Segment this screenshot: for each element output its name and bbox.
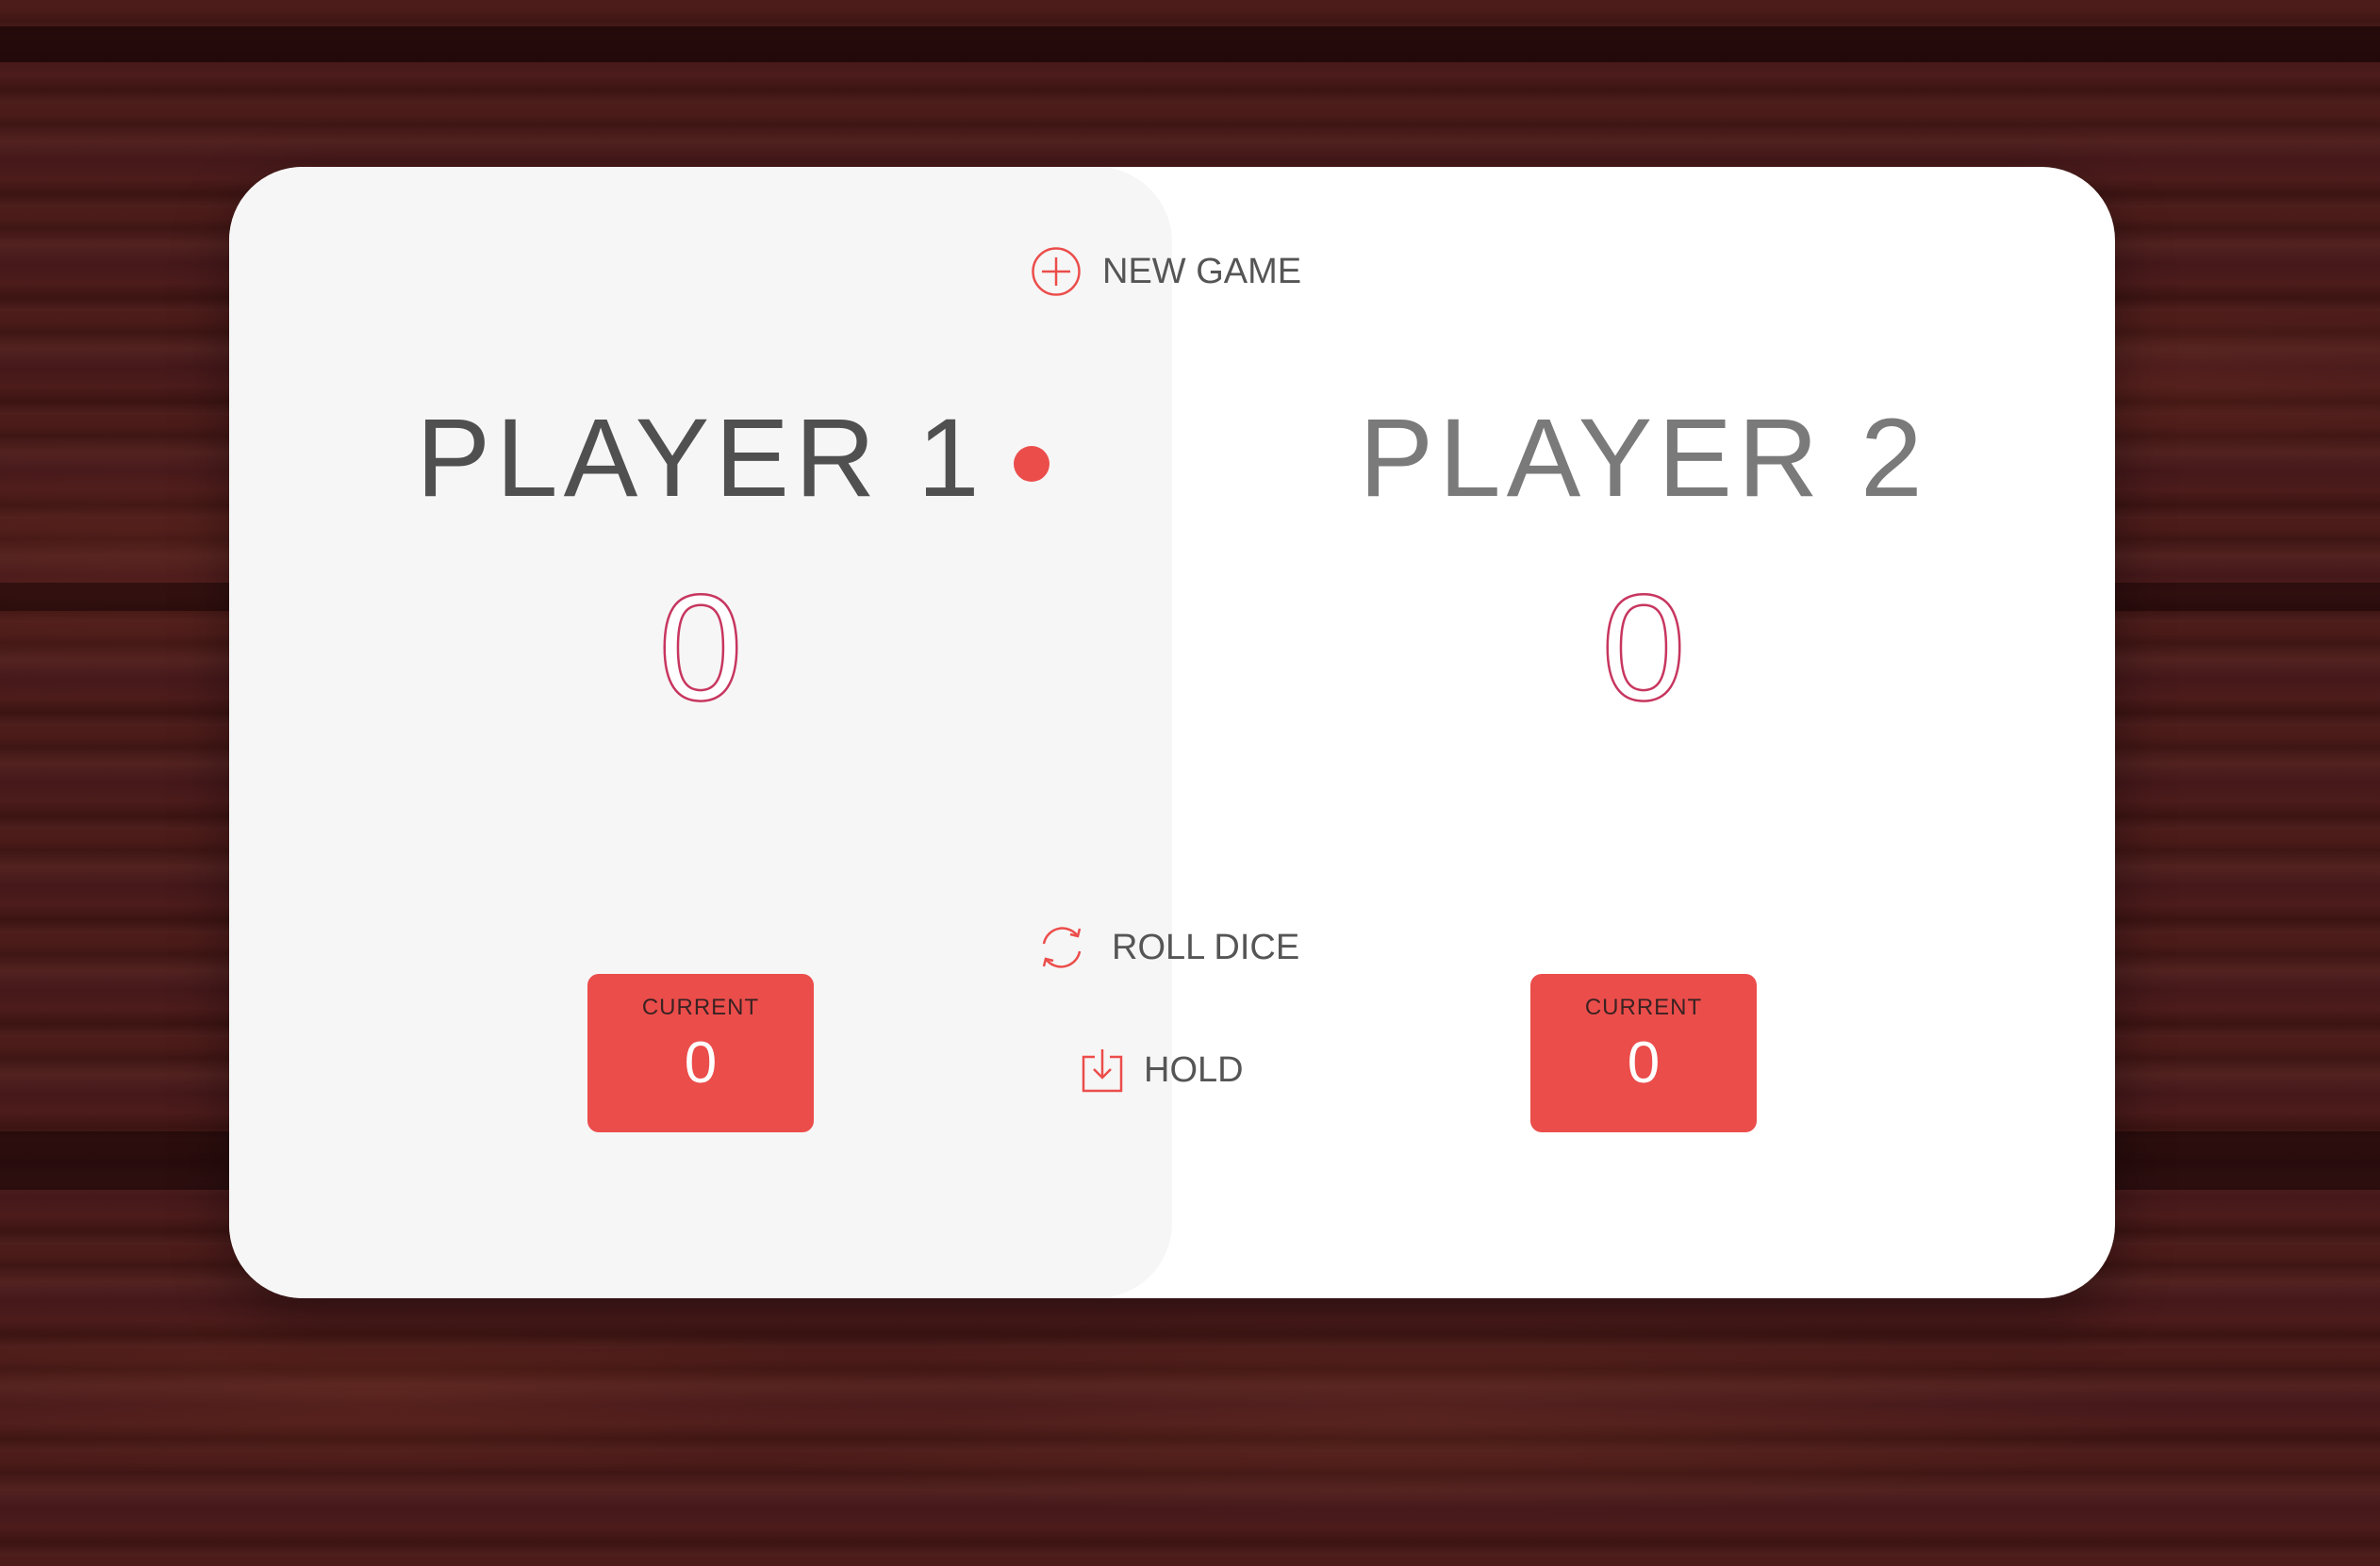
player-2-name-text: PLAYER 2: [1359, 396, 1928, 520]
refresh-icon: [1033, 921, 1091, 974]
player-1-name: PLAYER 1: [229, 403, 1172, 514]
player-1-name-text: PLAYER 1: [416, 396, 985, 520]
hold-label: HOLD: [1144, 1049, 1244, 1090]
game-board: PLAYER 1 0 CURRENT 0 PLAYER 2 0 CURRENT …: [229, 167, 2115, 1298]
new-game-button[interactable]: NEW GAME: [1031, 246, 1301, 297]
player-2-current-box: CURRENT 0: [1530, 974, 1757, 1132]
player-2-panel: PLAYER 2 0 CURRENT 0: [1172, 167, 2115, 1298]
player-2-score: 0: [1600, 563, 1686, 732]
roll-dice-label: ROLL DICE: [1112, 927, 1300, 967]
player-1-current-label: CURRENT: [641, 995, 760, 1020]
active-player-indicator: [1013, 446, 1050, 482]
player-1-score: 0: [657, 563, 743, 732]
player-2-name: PLAYER 2: [1172, 403, 2115, 514]
roll-dice-button[interactable]: ROLL DICE: [1033, 921, 1299, 974]
player-2-current-label: CURRENT: [1584, 995, 1703, 1020]
player-1-current-box: CURRENT 0: [587, 974, 814, 1132]
player-2-current-score: 0: [1627, 1030, 1661, 1096]
new-game-label: NEW GAME: [1102, 251, 1302, 291]
download-box-icon: [1082, 1047, 1123, 1093]
player-1-current-score: 0: [684, 1030, 718, 1096]
wood-plank-divider: [0, 26, 2380, 62]
hold-button[interactable]: HOLD: [1082, 1047, 1244, 1093]
circle-plus-icon: [1031, 246, 1082, 297]
player-1-panel: PLAYER 1 0 CURRENT 0: [229, 167, 1172, 1298]
